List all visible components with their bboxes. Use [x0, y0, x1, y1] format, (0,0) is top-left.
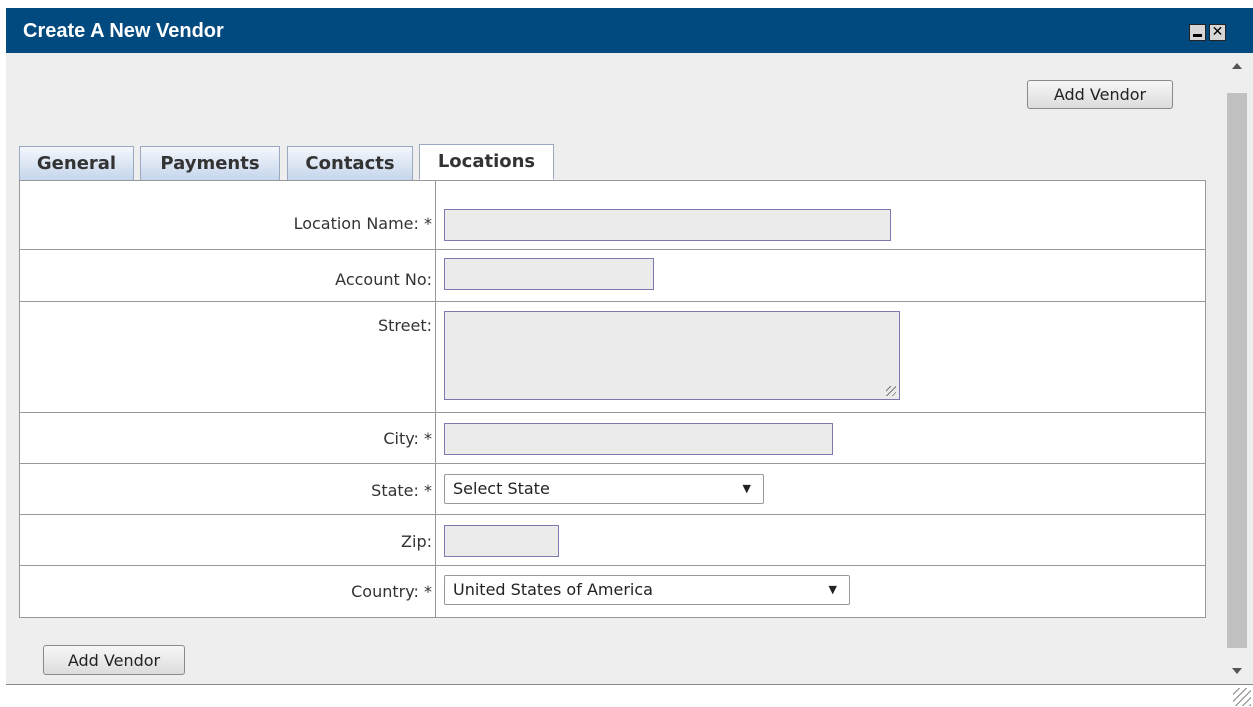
tab-contacts[interactable]: Contacts — [287, 146, 413, 180]
chevron-down-icon: ▼ — [828, 583, 837, 596]
form-row: Account No: — [20, 250, 1205, 302]
resize-grip-icon[interactable] — [1233, 688, 1251, 706]
dialog-titlebar[interactable]: Create A New Vendor ✕ — [6, 8, 1253, 53]
city-label: City: * — [383, 429, 432, 448]
vertical-scrollbar[interactable] — [1223, 53, 1253, 684]
account-no-input[interactable] — [444, 258, 654, 290]
form-row: Street: — [20, 302, 1205, 413]
state-label: State: * — [371, 481, 432, 500]
zip-label: Zip: — [401, 532, 432, 551]
location-form: Location Name: * Account No: Street: Cit… — [19, 180, 1206, 618]
chevron-down-icon: ▼ — [742, 482, 751, 495]
scroll-down-arrow-icon[interactable] — [1232, 668, 1242, 674]
scrollbar-thumb[interactable] — [1227, 93, 1247, 648]
dialog-title: Create A New Vendor — [23, 20, 224, 42]
resize-grip-icon[interactable] — [886, 386, 896, 396]
form-row: State: * Select State ▼ — [20, 464, 1205, 515]
minimize-icon[interactable] — [1189, 24, 1206, 41]
state-select[interactable]: Select State ▼ — [444, 474, 764, 504]
add-vendor-button-top[interactable]: Add Vendor — [1027, 80, 1173, 109]
tab-locations[interactable]: Locations — [419, 144, 554, 180]
form-row: Country: * United States of America ▼ — [20, 566, 1205, 617]
scroll-up-arrow-icon[interactable] — [1232, 63, 1242, 69]
street-label: Street: — [377, 316, 432, 335]
add-vendor-button-bottom[interactable]: Add Vendor — [43, 645, 185, 675]
location-name-label: Location Name: * — [293, 214, 432, 233]
form-row: Zip: — [20, 515, 1205, 566]
country-label: Country: * — [351, 582, 432, 601]
street-textarea[interactable] — [444, 311, 900, 400]
form-row: Location Name: * — [20, 181, 1205, 250]
tab-payments[interactable]: Payments — [140, 146, 280, 180]
location-name-input[interactable] — [444, 209, 891, 241]
zip-input[interactable] — [444, 525, 559, 557]
country-select[interactable]: United States of America ▼ — [444, 575, 850, 605]
city-input[interactable] — [444, 423, 833, 455]
tab-general[interactable]: General — [19, 146, 134, 180]
close-icon[interactable]: ✕ — [1209, 24, 1226, 41]
form-row: City: * — [20, 413, 1205, 464]
state-selected-value: Select State — [453, 479, 550, 498]
account-no-label: Account No: — [335, 270, 432, 289]
country-selected-value: United States of America — [453, 580, 653, 599]
vendor-dialog: Create A New Vendor ✕ Add Vendor General… — [6, 8, 1253, 685]
